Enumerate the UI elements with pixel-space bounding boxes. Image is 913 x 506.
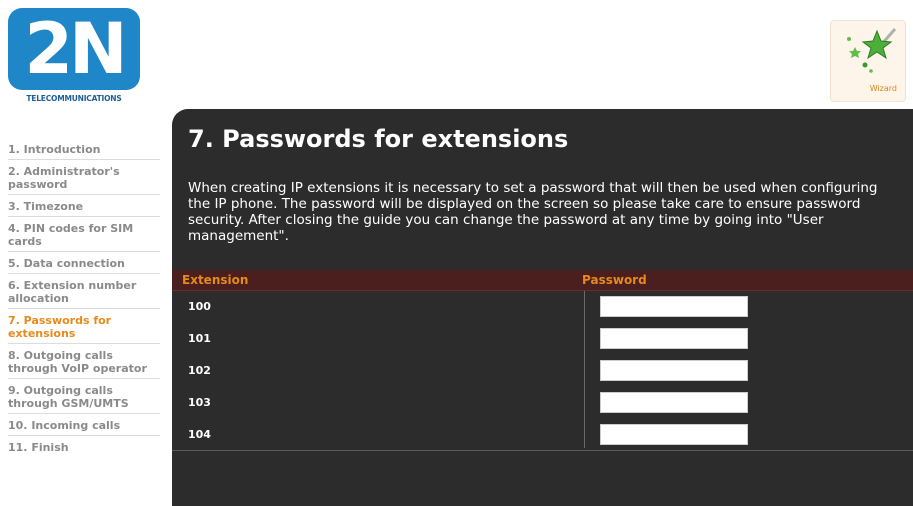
extension-number: 102	[188, 364, 211, 377]
sidebar-step-data-connection[interactable]: 5. Data connection	[8, 252, 160, 274]
column-header-extension: Extension	[182, 273, 249, 287]
sidebar-step-introduction[interactable]: 1. Introduction	[8, 138, 160, 160]
sidebar-step-pin-codes[interactable]: 4. PIN codes for SIM cards	[8, 217, 160, 252]
sidebar-step-voip-outgoing[interactable]: 8. Outgoing calls through VoIP operator	[8, 344, 160, 379]
sidebar-step-admin-password[interactable]: 2. Administrator's password	[8, 160, 160, 195]
sidebar-step-incoming-calls[interactable]: 10. Incoming calls	[8, 414, 160, 436]
logo-subtitle: TELECOMMUNICATIONS	[26, 94, 122, 103]
table-row: 100	[172, 291, 913, 323]
password-input[interactable]	[600, 328, 748, 349]
page-description: When creating IP extensions it is necess…	[188, 180, 878, 244]
password-input[interactable]	[600, 424, 748, 445]
page-title: 7. Passwords for extensions	[188, 125, 569, 153]
sidebar-step-gsm-outgoing[interactable]: 9. Outgoing calls through GSM/UMTS	[8, 379, 160, 414]
password-input[interactable]	[600, 360, 748, 381]
wizard-button[interactable]: Wizard	[830, 20, 906, 102]
magic-wand-icon	[847, 28, 897, 73]
table-row: 103	[172, 387, 913, 419]
wizard-label: Wizard	[869, 84, 897, 93]
table-row: 102	[172, 355, 913, 387]
column-header-password: Password	[582, 273, 647, 287]
table-header: Extension Password	[172, 270, 913, 291]
sidebar: 1. Introduction 2. Administrator's passw…	[8, 138, 160, 457]
table-row: 104	[172, 419, 913, 451]
extension-number: 100	[188, 300, 211, 313]
password-input[interactable]	[600, 296, 748, 317]
main-panel: 7. Passwords for extensions When creatin…	[172, 109, 913, 506]
logo-badge: 2N	[8, 8, 140, 90]
extension-number: 101	[188, 332, 211, 345]
table-bottom-divider	[172, 450, 913, 451]
extension-number: 103	[188, 396, 211, 409]
sidebar-step-passwords-extensions[interactable]: 7. Passwords for extensions	[8, 309, 160, 344]
sidebar-step-extension-allocation[interactable]: 6. Extension number allocation	[8, 274, 160, 309]
extension-number: 104	[188, 428, 211, 441]
logo: 2N TELECOMMUNICATIONS	[8, 8, 140, 106]
sidebar-step-finish[interactable]: 11. Finish	[8, 436, 160, 457]
sidebar-step-timezone[interactable]: 3. Timezone	[8, 195, 160, 217]
password-input[interactable]	[600, 392, 748, 413]
table-row: 101	[172, 323, 913, 355]
